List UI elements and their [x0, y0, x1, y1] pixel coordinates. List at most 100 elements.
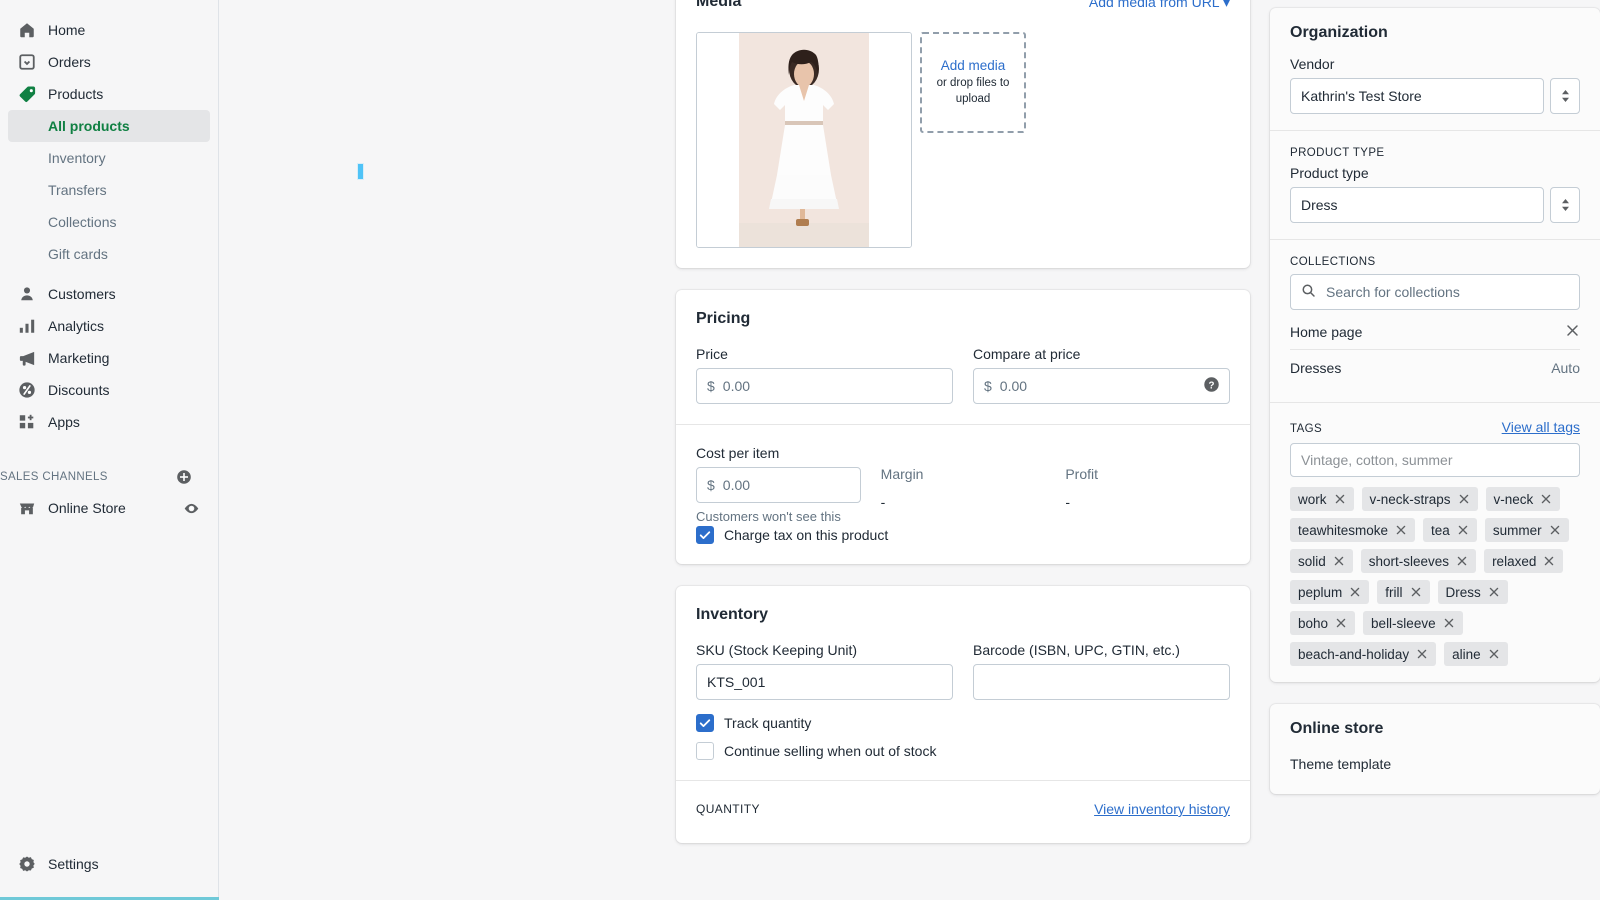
marketing-megaphone-icon: [16, 348, 38, 368]
vendor-label: Vendor: [1290, 56, 1335, 72]
add-media-from-url-button[interactable]: Add media from URL ▾: [1089, 0, 1230, 11]
sidebar-item-transfers[interactable]: Transfers: [8, 174, 210, 206]
compare-at-price-input[interactable]: $ 0.00 ?: [973, 368, 1230, 404]
barcode-input[interactable]: [973, 664, 1230, 700]
collection-auto-badge: Auto: [1551, 360, 1580, 376]
sidebar-item-discounts[interactable]: Discounts: [8, 374, 210, 406]
sidebar-item-settings[interactable]: Settings: [8, 848, 211, 880]
sku-input[interactable]: KTS_001: [696, 664, 953, 700]
sidebar-item-gift-cards[interactable]: Gift cards: [8, 238, 210, 270]
product-type-label: Product type: [1290, 165, 1369, 181]
charge-tax-checkbox-row[interactable]: Charge tax on this product: [696, 526, 1230, 544]
tags-input[interactable]: Vintage, cotton, summer: [1290, 443, 1580, 477]
product-type-select-wrap: Dress: [1290, 187, 1580, 223]
tag-label: beach-and-holiday: [1298, 646, 1410, 662]
sidebar-item-customers[interactable]: Customers: [8, 278, 210, 310]
remove-tag-icon[interactable]: [1543, 555, 1555, 567]
margin-label: Margin: [880, 466, 924, 482]
add-media-from-url-label: Add media from URL: [1088, 0, 1220, 10]
remove-tag-icon[interactable]: [1488, 648, 1500, 660]
view-inventory-history-link[interactable]: View inventory history: [1094, 801, 1230, 817]
price-input[interactable]: $ 0.00: [696, 368, 953, 404]
cost-per-item-input[interactable]: $ 0.00: [696, 467, 861, 503]
product-image-thumbnail[interactable]: [696, 32, 912, 248]
remove-tag-icon[interactable]: [1416, 648, 1428, 660]
pricing-title: Pricing: [696, 310, 751, 327]
collections-search-input[interactable]: Search for collections: [1290, 274, 1580, 310]
remove-tag-icon[interactable]: [1443, 617, 1455, 629]
continue-selling-checkbox[interactable]: [696, 742, 714, 760]
product-type-stepper-button[interactable]: [1550, 187, 1580, 223]
remove-tag-icon[interactable]: [1540, 493, 1552, 505]
remove-tag-icon[interactable]: [1395, 524, 1407, 536]
remove-tag-icon[interactable]: [1333, 555, 1345, 567]
inventory-card: Inventory SKU (Stock Keeping Unit) KTS_0…: [676, 586, 1250, 843]
tag-chip: tea: [1423, 518, 1477, 542]
vendor-select[interactable]: Kathrin's Test Store: [1290, 78, 1544, 114]
tag-label: teawhitesmoke: [1298, 522, 1389, 538]
sidebar-item-collections[interactable]: Collections: [8, 206, 210, 238]
remove-tag-icon[interactable]: [1549, 524, 1561, 536]
organization-title: Organization: [1290, 24, 1388, 41]
sidebar-item-orders[interactable]: Orders: [8, 46, 210, 78]
sidebar-subitem-label: All products: [48, 118, 130, 134]
collection-name: Dresses: [1290, 360, 1342, 376]
inventory-top: Inventory SKU (Stock Keeping Unit) KTS_0…: [676, 586, 1250, 780]
remove-tag-icon[interactable]: [1334, 493, 1346, 505]
discounts-percent-icon: [16, 380, 38, 400]
remove-tag-icon[interactable]: [1349, 586, 1361, 598]
tag-label: v-neck: [1493, 491, 1534, 507]
price-field-group: Price $ 0.00: [696, 346, 953, 404]
cost-field-group: Cost per item $ 0.00 Customers won't see…: [696, 445, 861, 524]
vendor-value: Kathrin's Test Store: [1301, 88, 1422, 104]
sidebar-item-label: Orders: [48, 54, 91, 70]
profit-value: -: [1065, 494, 1071, 510]
tag-label: frill: [1385, 584, 1403, 600]
sidebar-item-analytics[interactable]: Analytics: [8, 310, 210, 342]
add-sales-channel-icon[interactable]: [176, 469, 192, 485]
sidebar-item-products[interactable]: Products: [8, 78, 210, 110]
remove-tag-icon[interactable]: [1488, 586, 1500, 598]
remove-tag-icon[interactable]: [1456, 555, 1468, 567]
organization-product-type-section: PRODUCT TYPE Product type Dress: [1270, 131, 1600, 239]
home-icon: [16, 20, 38, 40]
sidebar-settings-row: Settings: [0, 848, 219, 880]
track-quantity-checkbox-row[interactable]: Track quantity: [696, 714, 1230, 732]
tag-chip: boho: [1290, 611, 1356, 635]
preview-store-eye-icon[interactable]: [183, 500, 200, 517]
product-type-select[interactable]: Dress: [1290, 187, 1544, 223]
remove-tag-icon[interactable]: [1335, 617, 1347, 629]
continue-selling-checkbox-row[interactable]: Continue selling when out of stock: [696, 742, 1230, 760]
quantity-header: QUANTITY: [696, 802, 760, 816]
charge-tax-checkbox[interactable]: [696, 526, 714, 544]
remove-tag-icon[interactable]: [1458, 493, 1470, 505]
sidebar-item-marketing[interactable]: Marketing: [8, 342, 210, 374]
track-quantity-checkbox[interactable]: [696, 714, 714, 732]
add-media-link: Add media: [940, 57, 1006, 73]
sidebar-item-label: Marketing: [48, 350, 110, 366]
cost-per-item-value: 0.00: [722, 477, 751, 493]
sidebar-item-apps[interactable]: Apps: [8, 406, 210, 438]
sidebar-subitem-label: Collections: [48, 214, 117, 230]
tag-chip: bell-sleeve: [1363, 611, 1463, 635]
gear-icon: [16, 854, 38, 874]
sidebar-item-online-store[interactable]: Online Store: [8, 492, 210, 524]
vendor-stepper-button[interactable]: [1550, 78, 1580, 114]
sku-barcode-row: SKU (Stock Keeping Unit) KTS_001 Barcode…: [696, 642, 1230, 700]
svg-text:?: ?: [1209, 380, 1215, 391]
add-media-dropzone[interactable]: Add media or drop files to upload: [920, 32, 1026, 133]
organization-card: Organization Vendor Kathrin's Test Store…: [1270, 8, 1600, 682]
help-question-icon[interactable]: ?: [1203, 376, 1220, 396]
sidebar-item-home[interactable]: Home: [8, 14, 210, 46]
remove-tag-icon[interactable]: [1457, 524, 1469, 536]
charge-tax-label: Charge tax on this product: [724, 527, 889, 543]
sidebar-item-inventory[interactable]: Inventory: [8, 142, 210, 174]
remove-collection-icon[interactable]: [1565, 323, 1580, 341]
online-store-icon: [16, 498, 38, 518]
sku-label: SKU (Stock Keeping Unit): [696, 642, 858, 658]
remove-tag-icon[interactable]: [1410, 586, 1422, 598]
vendor-select-wrap: Kathrin's Test Store: [1290, 78, 1580, 114]
view-all-tags-link[interactable]: View all tags: [1502, 419, 1580, 435]
sidebar-item-all-products[interactable]: All products: [8, 110, 210, 142]
